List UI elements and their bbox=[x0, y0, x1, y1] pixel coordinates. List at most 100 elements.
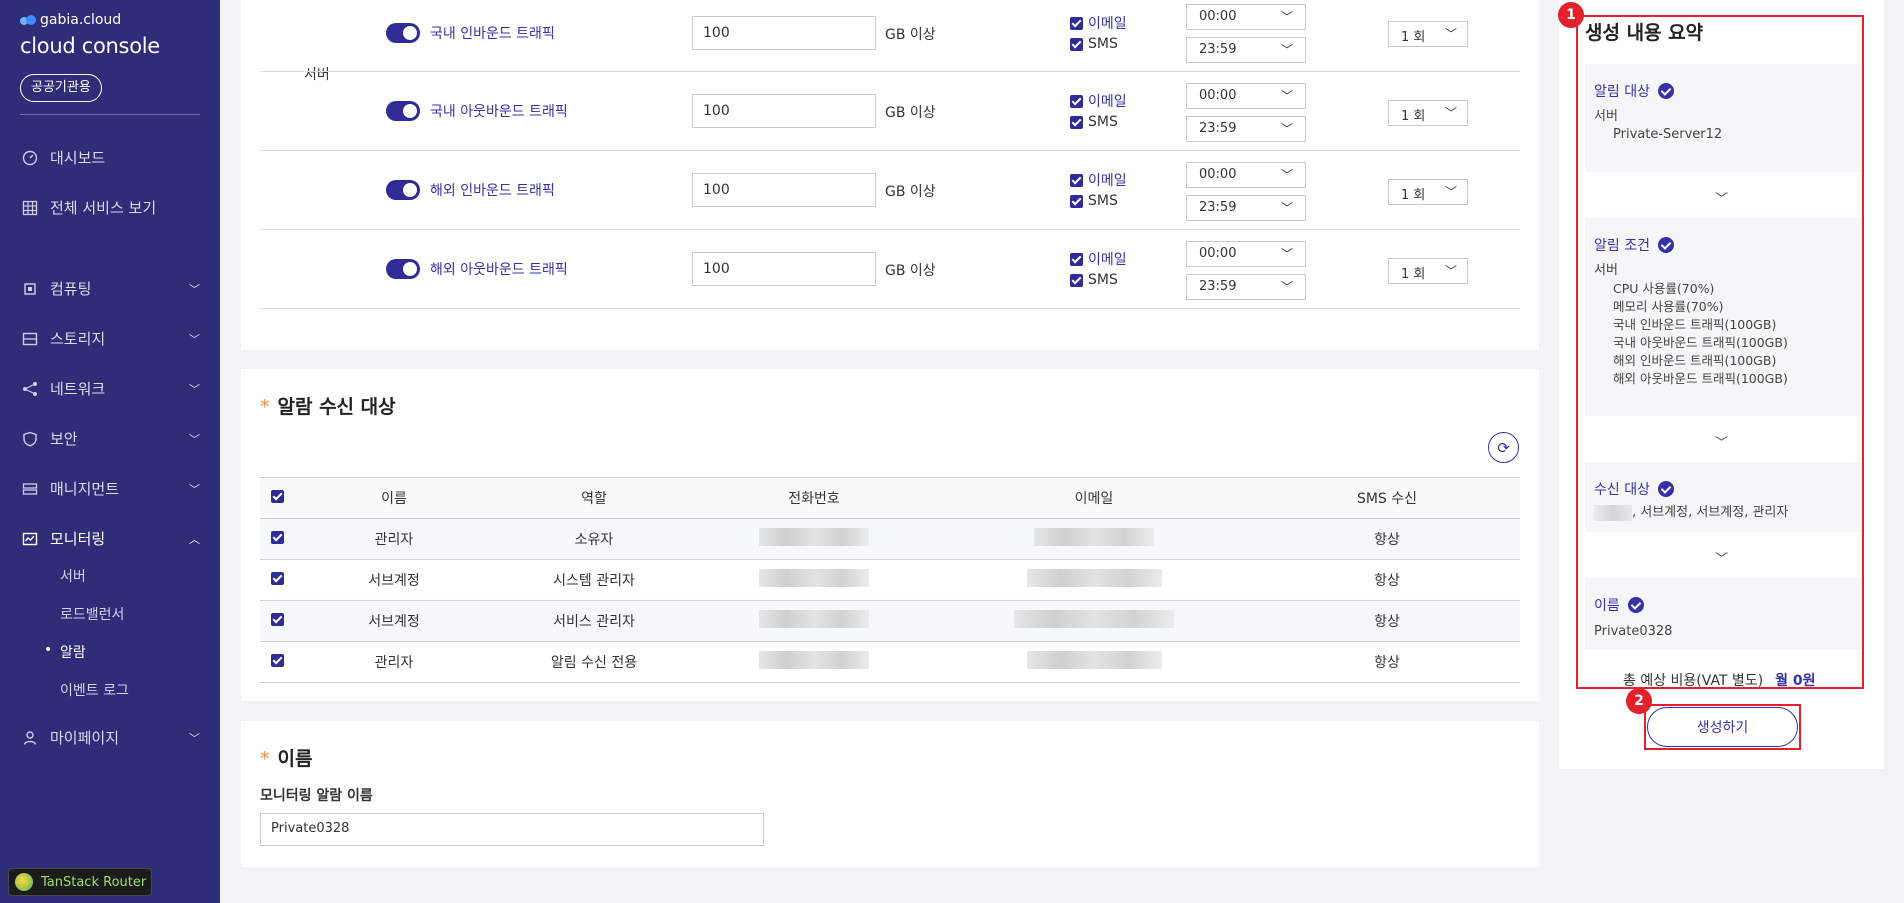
traffic-toggle[interactable] bbox=[386, 23, 420, 43]
redacted-email bbox=[1034, 528, 1154, 546]
sidebar-item-monitoring[interactable]: 모니터링 ︿ bbox=[22, 528, 200, 549]
sms-checkbox[interactable]: SMS bbox=[1070, 272, 1118, 288]
start-time-select[interactable]: 00:00 ﹀ bbox=[1186, 4, 1306, 30]
select-all-checkbox[interactable] bbox=[270, 489, 284, 503]
traffic-toggle[interactable] bbox=[386, 101, 420, 121]
threshold-input[interactable]: 100 bbox=[692, 173, 876, 207]
end-time-select[interactable]: 23:59 ﹀ bbox=[1186, 37, 1306, 63]
checkbox-checked-icon bbox=[1070, 94, 1083, 108]
threshold-input[interactable]: 100 bbox=[692, 252, 876, 286]
sidebar-item-management[interactable]: 매니지먼트 ﹀ bbox=[22, 478, 200, 499]
traffic-row: 해외 아웃바운드 트래픽 100 GB 이상 이메일 SMS 00:00 ﹀ 23… bbox=[260, 230, 1520, 309]
traffic-toggle[interactable] bbox=[386, 259, 420, 279]
sidebar-item-storage[interactable]: 스토리지 ﹀ bbox=[22, 328, 200, 349]
chevron-down-icon: ﹀ bbox=[1280, 10, 1293, 24]
start-time-select[interactable]: 00:00 ﹀ bbox=[1186, 83, 1306, 109]
sidebar-sub-alarm[interactable]: 알람 bbox=[44, 642, 86, 662]
recipient-name: 관리자 bbox=[294, 518, 494, 560]
email-checkbox[interactable]: 이메일 bbox=[1070, 170, 1127, 190]
network-icon bbox=[23, 381, 37, 396]
unit-label: GB 이상 bbox=[885, 105, 936, 121]
recipient-name: 관리자 bbox=[294, 641, 494, 683]
annotation-box-1 bbox=[1576, 15, 1864, 689]
sidebar-sub-server[interactable]: 서버 bbox=[60, 566, 86, 586]
chevron-down-icon: ﹀ bbox=[1280, 122, 1293, 136]
grid-icon bbox=[22, 200, 38, 215]
traffic-toggle[interactable] bbox=[386, 180, 420, 200]
checkbox-checked-icon bbox=[1070, 173, 1083, 187]
recipient-role: 소유자 bbox=[494, 518, 694, 560]
count-select[interactable]: 1 회 ﹀ bbox=[1388, 21, 1468, 47]
redacted-phone bbox=[759, 610, 869, 628]
traffic-name: 국내 인바운드 트래픽 bbox=[430, 26, 555, 42]
sidebar-item-network[interactable]: 네트워크 ﹀ bbox=[22, 378, 200, 399]
sidebar-item-computing[interactable]: 컴퓨팅 ﹀ bbox=[22, 278, 200, 299]
sidebar-divider bbox=[20, 114, 200, 115]
recipient-role: 서비스 관리자 bbox=[494, 600, 694, 642]
unit-label: GB 이상 bbox=[885, 27, 936, 43]
column-header: 역할 bbox=[494, 477, 694, 519]
checkbox-checked-icon bbox=[1070, 16, 1083, 30]
sidebar-item-mypage[interactable]: 마이페이지 ﹀ bbox=[22, 727, 200, 748]
table-row[interactable]: 서브계정 시스템 관리자 항상 bbox=[260, 559, 1520, 601]
row-checkbox[interactable] bbox=[270, 571, 284, 585]
chevron-up-icon: ︿ bbox=[189, 532, 200, 546]
chevron-down-icon: ﹀ bbox=[1444, 264, 1457, 278]
checkbox-checked-icon bbox=[1070, 273, 1083, 287]
sms-checkbox[interactable]: SMS bbox=[1070, 114, 1118, 130]
public-badge[interactable]: 공공기관용 bbox=[20, 74, 102, 102]
name-section-title: * 이름 bbox=[260, 748, 313, 770]
chevron-down-icon: ﹀ bbox=[189, 282, 200, 296]
brand-title[interactable]: cloud console bbox=[20, 34, 160, 58]
redacted-phone bbox=[759, 528, 869, 546]
management-icon bbox=[22, 482, 38, 495]
dashboard-icon bbox=[22, 150, 38, 165]
checkbox-checked-icon bbox=[1070, 194, 1083, 208]
traffic-row: 국내 인바운드 트래픽 100 GB 이상 이메일 SMS 00:00 ﹀ 23:… bbox=[260, 0, 1520, 72]
sms-checkbox[interactable]: SMS bbox=[1070, 193, 1118, 209]
end-time-select[interactable]: 23:59 ﹀ bbox=[1186, 116, 1306, 142]
checkbox-checked-icon bbox=[1070, 252, 1083, 266]
storage-icon bbox=[22, 332, 38, 345]
count-select[interactable]: 1 회 ﹀ bbox=[1388, 179, 1468, 205]
recipient-name: 서브계정 bbox=[294, 600, 494, 642]
traffic-name: 해외 인바운드 트래픽 bbox=[430, 183, 555, 199]
sidebar-item-all-services[interactable]: 전체 서비스 보기 bbox=[22, 197, 200, 218]
table-row[interactable]: 서브계정 서비스 관리자 항상 bbox=[260, 600, 1520, 642]
column-header: 전화번호 bbox=[694, 477, 934, 519]
column-header: SMS 수신 bbox=[1254, 477, 1520, 519]
email-checkbox[interactable]: 이메일 bbox=[1070, 249, 1127, 269]
table-row[interactable]: 관리자 소유자 항상 bbox=[260, 518, 1520, 560]
monitoring-icon bbox=[22, 532, 38, 545]
chevron-down-icon: ﹀ bbox=[1280, 89, 1293, 103]
refresh-icon: ⟳ bbox=[1497, 438, 1510, 457]
row-checkbox[interactable] bbox=[270, 612, 284, 626]
alarm-name-label: 모니터링 알람 이름 bbox=[260, 788, 373, 804]
traffic-row: 국내 아웃바운드 트래픽 100 GB 이상 이메일 SMS 00:00 ﹀ 23… bbox=[260, 72, 1520, 151]
sidebar-item-dashboard[interactable]: 대시보드 bbox=[22, 147, 200, 168]
table-row[interactable]: 관리자 알림 수신 전용 항상 bbox=[260, 641, 1520, 683]
sidebar-sub-event-log[interactable]: 이벤트 로그 bbox=[60, 680, 129, 700]
row-checkbox[interactable] bbox=[270, 653, 284, 667]
brand-logo[interactable]: gabia.cloud bbox=[20, 12, 121, 28]
row-checkbox[interactable] bbox=[270, 530, 284, 544]
column-header: 이름 bbox=[294, 477, 494, 519]
threshold-input[interactable]: 100 bbox=[692, 16, 876, 50]
count-select[interactable]: 1 회 ﹀ bbox=[1388, 258, 1468, 284]
start-time-select[interactable]: 00:00 ﹀ bbox=[1186, 162, 1306, 188]
chevron-down-icon: ﹀ bbox=[1444, 27, 1457, 41]
refresh-button[interactable]: ⟳ bbox=[1488, 432, 1519, 463]
start-time-select[interactable]: 00:00 ﹀ bbox=[1186, 241, 1306, 267]
end-time-select[interactable]: 23:59 ﹀ bbox=[1186, 195, 1306, 221]
sidebar-item-security[interactable]: 보안 ﹀ bbox=[22, 428, 200, 449]
threshold-input[interactable]: 100 bbox=[692, 94, 876, 128]
email-checkbox[interactable]: 이메일 bbox=[1070, 91, 1127, 111]
email-checkbox[interactable]: 이메일 bbox=[1070, 13, 1127, 33]
tanstack-logo-icon bbox=[15, 873, 33, 891]
tanstack-router-badge[interactable]: TanStack Router bbox=[8, 868, 152, 896]
sidebar-sub-loadbalancer[interactable]: 로드밸런서 bbox=[60, 604, 124, 624]
end-time-select[interactable]: 23:59 ﹀ bbox=[1186, 274, 1306, 300]
count-select[interactable]: 1 회 ﹀ bbox=[1388, 100, 1468, 126]
sms-checkbox[interactable]: SMS bbox=[1070, 36, 1118, 52]
alarm-name-input[interactable]: Private0328 bbox=[260, 813, 764, 846]
